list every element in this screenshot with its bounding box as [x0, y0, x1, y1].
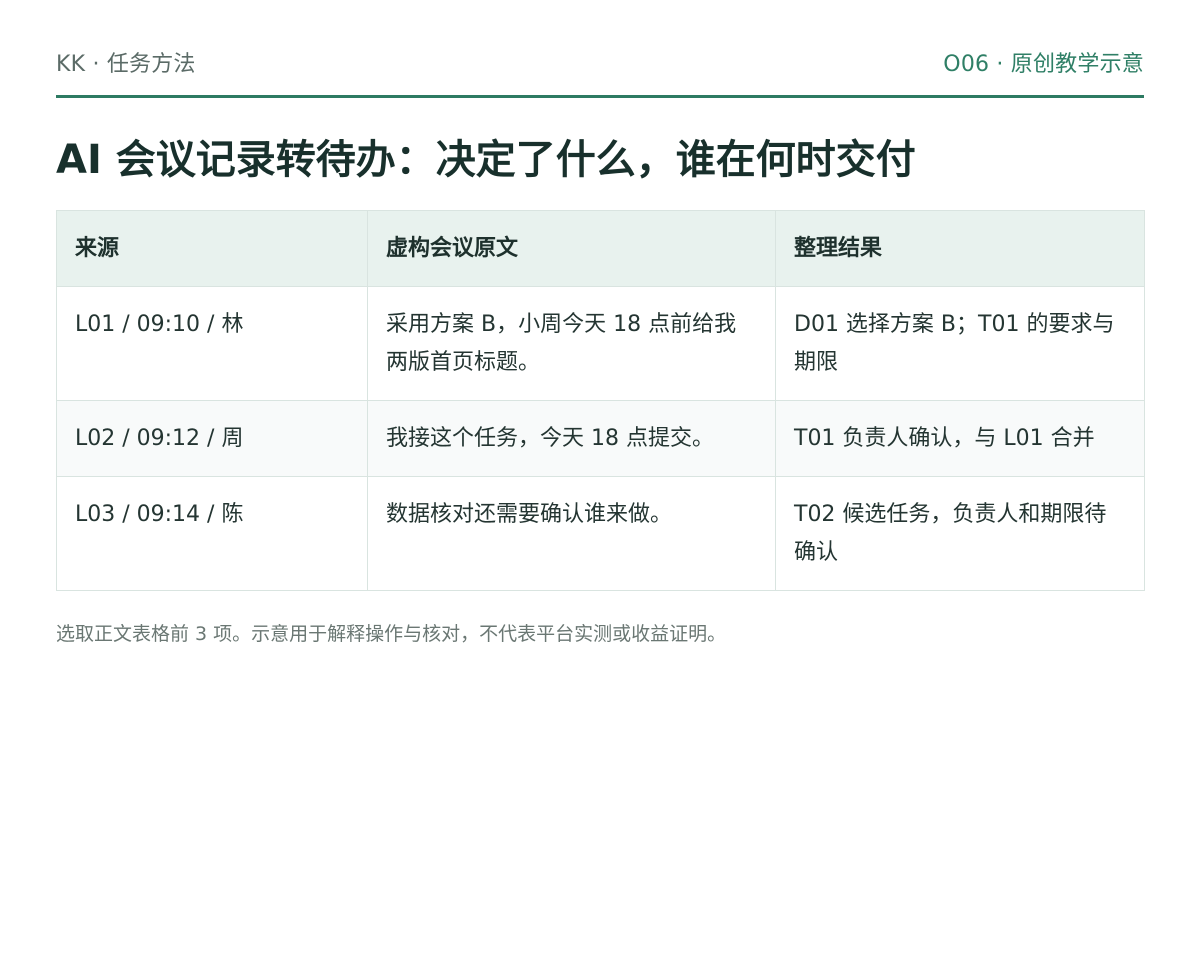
cell-source: L03 / 09:14 / 陈	[56, 476, 368, 591]
top-bar: KK · 任务方法 O06 · 原创教学示意	[56, 0, 1144, 98]
cell-result: T01 负责人确认，与 L01 合并	[775, 400, 1145, 477]
footnote: 选取正文表格前 3 项。示意用于解释操作与核对，不代表平台实测或收益证明。	[56, 623, 727, 645]
cell-original-text: 采用方案 B，小周今天 18 点前给我两版首页标题。	[367, 286, 776, 401]
cell-original-text: 数据核对还需要确认谁来做。	[367, 476, 776, 591]
column-header-source: 来源	[56, 210, 368, 287]
column-header-result: 整理结果	[775, 210, 1145, 287]
cell-source: L01 / 09:10 / 林	[56, 286, 368, 401]
table-row: L02 / 09:12 / 周 我接这个任务，今天 18 点提交。 T01 负责…	[56, 400, 1145, 477]
page-title: AI 会议记录转待办：决定了什么，谁在何时交付	[56, 137, 916, 183]
table-row: L01 / 09:10 / 林 采用方案 B，小周今天 18 点前给我两版首页标…	[56, 286, 1145, 401]
series-label: O06 · 原创教学示意	[943, 51, 1144, 77]
cell-result: D01 选择方案 B；T01 的要求与期限	[775, 286, 1145, 401]
brand-label: KK · 任务方法	[56, 51, 196, 77]
meeting-table: 来源 虚构会议原文 整理结果 L01 / 09:10 / 林 采用方案 B，小周…	[56, 210, 1145, 591]
column-header-original-text: 虚构会议原文	[367, 210, 776, 287]
table-header-row: 来源 虚构会议原文 整理结果	[56, 210, 1145, 287]
cell-source: L02 / 09:12 / 周	[56, 400, 368, 477]
page: KK · 任务方法 O06 · 原创教学示意 AI 会议记录转待办：决定了什么，…	[0, 0, 1200, 960]
table-row: L03 / 09:14 / 陈 数据核对还需要确认谁来做。 T02 候选任务，负…	[56, 476, 1145, 591]
cell-original-text: 我接这个任务，今天 18 点提交。	[367, 400, 776, 477]
cell-result: T02 候选任务，负责人和期限待确认	[775, 476, 1145, 591]
